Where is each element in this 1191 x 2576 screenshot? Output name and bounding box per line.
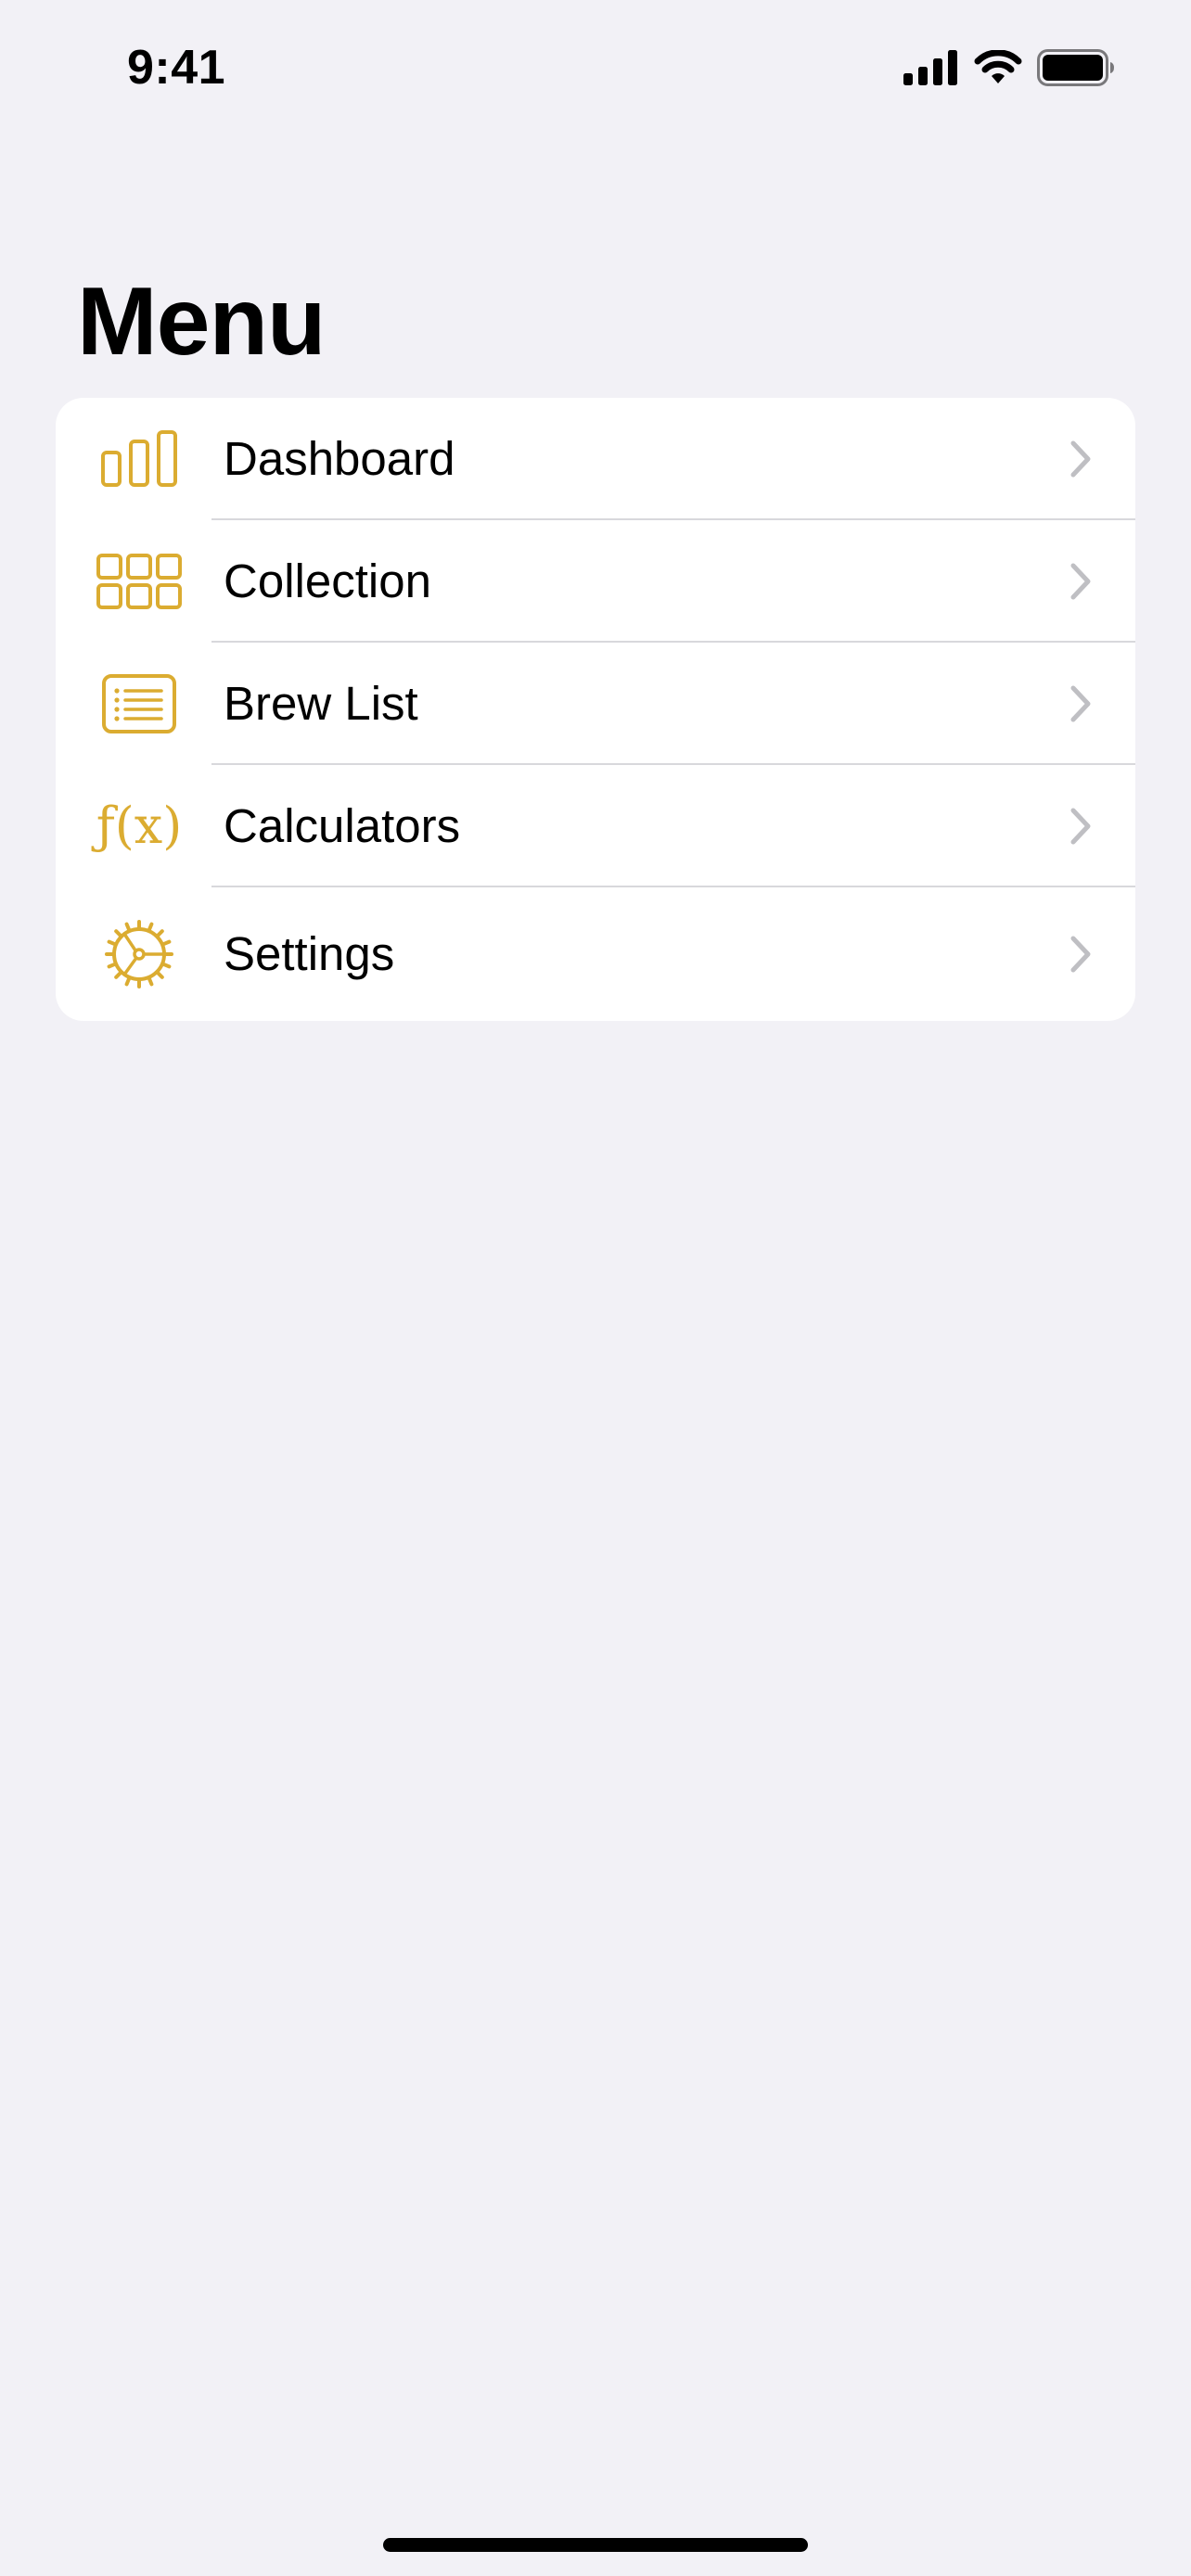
- menu-item-calculators[interactable]: ƒ(x) Calculators: [56, 765, 1135, 887]
- home-indicator[interactable]: [383, 2538, 808, 2552]
- chevron-right-icon: [1070, 685, 1091, 722]
- menu-item-collection[interactable]: Collection: [56, 520, 1135, 643]
- cellular-signal-icon: [903, 50, 957, 85]
- status-time: 9:41: [127, 41, 226, 95]
- menu-list: Dashboard Collection Brew List ƒ(x) Calc…: [56, 398, 1135, 1021]
- menu-item-settings[interactable]: Settings: [56, 887, 1135, 1021]
- status-bar: 9:41: [0, 0, 1191, 130]
- menu-item-label: Calculators: [224, 799, 461, 852]
- chevron-right-icon: [1070, 563, 1091, 600]
- menu-item-brew-list[interactable]: Brew List: [56, 643, 1135, 765]
- function-icon-glyph: ƒ(x): [96, 797, 183, 855]
- bar-chart-icon: [93, 417, 186, 501]
- status-icons: [903, 45, 1115, 91]
- gear-icon: [93, 912, 186, 996]
- menu-item-label: Brew List: [224, 677, 418, 730]
- chevron-right-icon: [1070, 808, 1091, 845]
- page-title: Menu: [77, 268, 327, 376]
- chevron-right-icon: [1070, 936, 1091, 973]
- list-icon: [93, 662, 186, 746]
- function-icon: ƒ(x): [93, 784, 186, 868]
- chevron-right-icon: [1070, 440, 1091, 478]
- menu-item-label: Collection: [224, 555, 431, 607]
- grid-icon: [93, 540, 186, 623]
- battery-icon: [1037, 49, 1114, 86]
- menu-item-dashboard[interactable]: Dashboard: [56, 398, 1135, 520]
- menu-item-label: Dashboard: [224, 432, 455, 485]
- wifi-icon: [974, 50, 1022, 83]
- menu-item-label: Settings: [224, 927, 395, 980]
